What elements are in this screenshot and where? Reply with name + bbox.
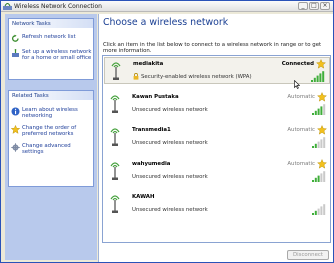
change-order-preferred-link[interactable]: Change the order of preferred networks	[9, 123, 93, 141]
learn-about-wireless-label: Learn about wireless networking	[22, 107, 78, 119]
network-item[interactable]: wahyumedia Unsecured wireless network Auto…	[104, 158, 330, 185]
wireless-antenna-icon	[110, 128, 120, 146]
lock-icon	[133, 73, 139, 80]
network-security-description: Unsecured wireless network	[132, 207, 208, 213]
network-security-description: Unsecured wireless network	[132, 140, 208, 146]
change-advanced-settings-link[interactable]: Change advanced settings	[9, 141, 93, 159]
wireless-antenna-icon	[110, 195, 120, 213]
related-tasks-header: Related Tasks	[9, 91, 93, 100]
preferred-star-icon	[317, 159, 327, 169]
setup-wireless-network-label: Set up a wireless network for a home or …	[22, 49, 92, 61]
maximize-button[interactable]: □	[309, 2, 319, 10]
change-advanced-settings-label: Change advanced settings	[22, 143, 71, 155]
window-title: Wireless Network Connection	[14, 3, 102, 10]
network-tasks-header: Network Tasks	[9, 19, 93, 28]
gear-icon	[11, 143, 20, 152]
sidebar: Network Tasks Refresh network list Set u…	[5, 14, 97, 260]
info-icon	[11, 107, 20, 116]
preferred-star-icon	[317, 92, 327, 102]
refresh-network-list-link[interactable]: Refresh network list	[9, 32, 93, 47]
network-security-description: Unsecured wireless network	[132, 174, 208, 180]
wireless-antenna-icon	[111, 62, 121, 80]
network-item[interactable]: Transmedia1 Unsecured wireless network Aut…	[104, 124, 330, 151]
wireless-app-icon	[3, 3, 12, 10]
learn-about-wireless-link[interactable]: Learn about wireless networking	[9, 105, 93, 123]
network-name: Kawan Pustaka	[132, 94, 179, 100]
signal-strength-icon	[312, 171, 326, 182]
preferred-star-icon	[317, 125, 327, 135]
wireless-network-window: Wireless Network Connection _ □ × Networ…	[0, 0, 334, 263]
network-status: Automatic	[287, 127, 315, 133]
mouse-cursor-icon	[294, 80, 300, 89]
preferred-star-icon	[316, 59, 326, 69]
setup-icon	[12, 49, 19, 57]
network-status: Connected	[281, 61, 314, 67]
network-security-description: Security-enabled wireless network (WPA)	[141, 74, 252, 80]
intro-text: Click an item in the list below to conne…	[103, 42, 322, 55]
page-title: Choose a wireless network	[103, 17, 229, 28]
refresh-icon	[12, 34, 19, 42]
setup-wireless-network-link[interactable]: Set up a wireless network for a home or …	[9, 47, 93, 65]
network-security-description: Unsecured wireless network	[132, 107, 208, 113]
network-status: Automatic	[287, 161, 315, 167]
change-order-preferred-label: Change the order of preferred networks	[22, 125, 77, 137]
related-tasks-panel: Related Tasks Learn about wireless netwo…	[8, 90, 94, 187]
star-icon	[11, 125, 20, 134]
close-button[interactable]: ×	[320, 2, 330, 10]
signal-strength-icon	[312, 137, 326, 148]
minimize-button[interactable]: _	[298, 2, 308, 10]
refresh-network-list-label: Refresh network list	[22, 34, 76, 40]
network-item[interactable]: KAWAH Unsecured wireless network	[104, 191, 330, 218]
main-content: Choose a wireless network Click an item …	[98, 14, 333, 262]
wireless-antenna-icon	[110, 95, 120, 113]
network-name: mediakita	[133, 61, 164, 67]
wireless-antenna-icon	[110, 162, 120, 180]
network-name: Transmedia1	[132, 127, 171, 133]
title-bar[interactable]: Wireless Network Connection _ □ ×	[1, 1, 333, 12]
network-tasks-panel: Network Tasks Refresh network list Set u…	[8, 18, 94, 80]
network-item[interactable]: Kawan Pustaka Unsecured wireless network A…	[104, 91, 330, 118]
signal-strength-icon	[312, 204, 326, 215]
disconnect-button[interactable]: Disconnect	[287, 250, 329, 260]
network-status: Automatic	[287, 94, 315, 100]
network-name: wahyumedia	[132, 161, 171, 167]
signal-strength-icon	[312, 104, 326, 115]
network-name: KAWAH	[132, 194, 155, 200]
signal-strength-icon	[311, 71, 325, 82]
